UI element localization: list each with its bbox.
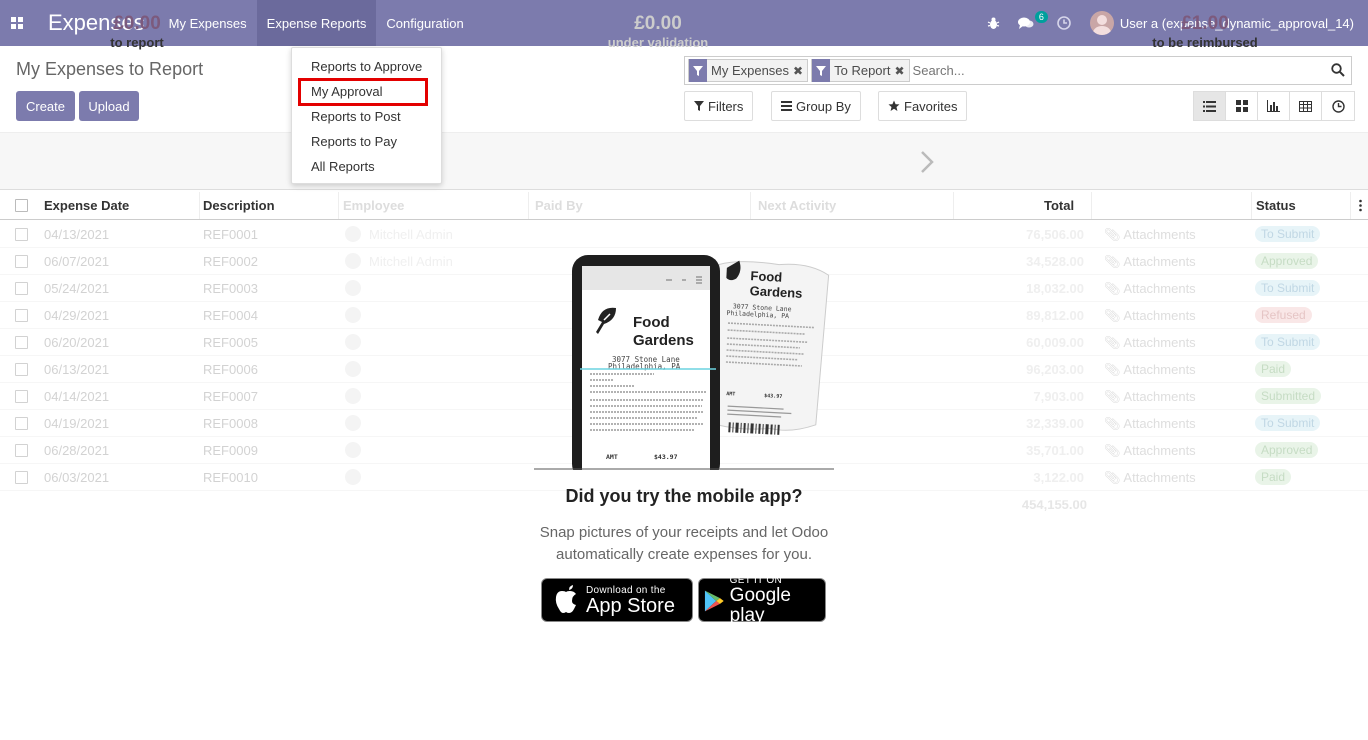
googleplay-big-text: Google play (729, 584, 791, 626)
apple-icon (555, 585, 576, 613)
expense-summary-dashboard (0, 132, 1368, 190)
facet-label: To Report (834, 63, 891, 78)
stat-label: to be reimbursed (1152, 35, 1258, 50)
col-next-activity[interactable]: Next Activity (754, 192, 954, 219)
activity-view-icon[interactable] (1322, 92, 1354, 120)
favorites-label: Favorites (904, 98, 958, 114)
col-paid-by[interactable]: Paid By (531, 192, 751, 219)
facet-my-expenses: My Expenses ✖ (688, 59, 809, 82)
kanban-view-icon[interactable] (1226, 92, 1258, 120)
remove-facet-icon[interactable]: ✖ (894, 64, 908, 78)
remove-facet-icon[interactable]: ✖ (793, 64, 807, 78)
help-title: Did you try the mobile app? (565, 486, 803, 506)
receipt-brand: Gardens (749, 283, 802, 301)
apps-menu-icon[interactable] (0, 0, 34, 46)
mobile-app-illustration: Food Gardens 3077 Stone Lane Philadelphi… (534, 252, 834, 480)
appstore-small-text: Download on the (586, 584, 666, 596)
receipt-amt: $43.97 (764, 393, 782, 400)
menu-configuration[interactable]: Configuration (376, 0, 473, 46)
menu-reports-to-post[interactable]: Reports to Post (292, 104, 443, 129)
create-button[interactable]: Create (16, 91, 75, 121)
stat-to-be-reimbursed[interactable]: £1.00 to be reimbursed (1105, 13, 1305, 50)
col-expense-date[interactable]: Expense Date (40, 192, 200, 219)
activity-clock-icon[interactable] (1048, 0, 1080, 46)
list-bars-icon (781, 101, 792, 111)
view-switcher (1193, 91, 1355, 121)
upload-button[interactable]: Upload (79, 91, 139, 121)
group-by-button[interactable]: Group By (771, 91, 861, 121)
menu-reports-to-approve[interactable]: Reports to Approve (292, 54, 443, 79)
col-description[interactable]: Description (199, 192, 339, 219)
menu-expense-reports[interactable]: Expense Reports (256, 0, 377, 46)
app-store-button[interactable]: Download on the App Store (541, 578, 693, 622)
chat-icon[interactable]: 6 (1009, 0, 1048, 46)
google-play-button[interactable]: GET IT ON Google play (698, 574, 826, 625)
select-all-checkbox[interactable] (15, 199, 28, 212)
filters-label: Filters (708, 98, 744, 114)
receipt-brand: Food (750, 268, 783, 285)
filter-icon (689, 59, 707, 82)
col-employee[interactable]: Employee (339, 192, 529, 219)
facet-label: My Expenses (711, 63, 790, 78)
groupby-label: Group By (796, 98, 851, 114)
star-icon (888, 100, 900, 111)
stat-value: £0.00 (634, 13, 682, 34)
search-bar: My Expenses ✖ To Report ✖ (684, 56, 1352, 85)
menu-all-reports[interactable]: All Reports (292, 154, 443, 179)
expense-reports-dropdown: Reports to Approve My Approval Reports t… (291, 47, 442, 184)
filters-button[interactable]: Filters (684, 91, 754, 121)
filter-icon (812, 59, 831, 82)
stat-to-report[interactable]: £0.00 to report (37, 13, 237, 50)
chat-count-badge: 6 (1034, 11, 1048, 23)
table-header: Expense Date Description Employee Paid B… (0, 192, 1368, 220)
phone-amt-label: AMT (606, 453, 618, 461)
appstore-big-text: App Store (586, 594, 675, 617)
facet-to-report: To Report ✖ (811, 59, 910, 82)
phone-amt: $43.97 (654, 453, 678, 461)
filter-icon (694, 101, 704, 111)
help-text: Snap pictures of your receipts and let O… (539, 524, 829, 563)
search-icon[interactable] (1331, 63, 1345, 80)
col-status[interactable]: Status (1251, 192, 1351, 219)
phone-brand: Gardens (633, 332, 694, 349)
favorites-button[interactable]: Favorites (878, 91, 968, 121)
highlight-box (298, 78, 428, 106)
googleplay-small-text: GET IT ON (729, 574, 783, 586)
column-options-icon[interactable] (1359, 199, 1362, 215)
stat-value: £0.00 (113, 13, 161, 34)
page-title: My Expenses to Report (16, 59, 204, 79)
list-view-icon[interactable] (1194, 92, 1226, 120)
graph-view-icon[interactable] (1258, 92, 1290, 120)
google-play-icon (704, 590, 724, 612)
col-total[interactable]: Total (1040, 192, 1092, 219)
stat-value: £1.00 (1181, 13, 1229, 34)
receipt-amt-label: AMT (726, 391, 735, 397)
search-input[interactable] (912, 63, 1333, 78)
pivot-view-icon[interactable] (1290, 92, 1322, 120)
phone-brand: Food (633, 314, 670, 331)
stat-label: to report (110, 35, 164, 50)
chevron-right-icon (920, 150, 934, 177)
stat-label: under validation (607, 35, 709, 50)
menu-reports-to-pay[interactable]: Reports to Pay (292, 129, 443, 154)
bug-icon[interactable] (978, 0, 1009, 46)
stat-under-validation[interactable]: £0.00 under validation (558, 13, 758, 50)
